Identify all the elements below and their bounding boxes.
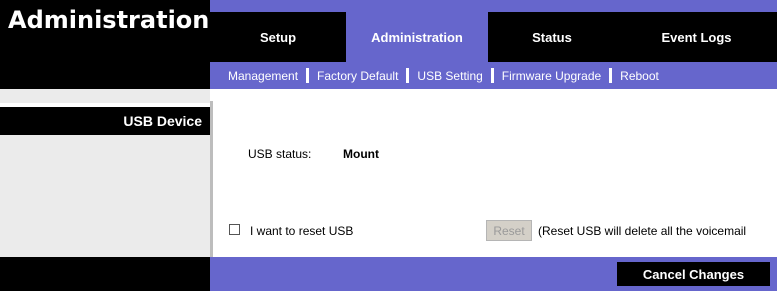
subnav-divider [490, 68, 494, 83]
subnav-reboot[interactable]: Reboot [620, 69, 659, 83]
reset-button[interactable]: Reset [486, 220, 532, 241]
tab-status[interactable]: Status [488, 12, 616, 62]
tab-label: Setup [259, 29, 297, 45]
subnav-links: Management Factory Default USB Setting F… [228, 62, 659, 89]
header-accent-strip [210, 0, 777, 12]
tab-event-logs[interactable]: Event Logs [616, 12, 777, 62]
subnav-divider [406, 68, 410, 83]
sidebar-spacer [0, 89, 210, 103]
cancel-changes-label: Cancel Changes [642, 266, 745, 282]
subnav-usb-setting[interactable]: USB Setting [417, 69, 482, 83]
subnav-management[interactable]: Management [228, 69, 298, 83]
tab-setup[interactable]: Setup [210, 12, 346, 62]
subnav-bar: Management Factory Default USB Setting F… [210, 62, 777, 89]
subnav-factory-default[interactable]: Factory Default [317, 69, 398, 83]
reset-button-label: Reset [493, 223, 525, 238]
tab-administration[interactable]: Administration [346, 12, 488, 62]
subnav-firmware-upgrade[interactable]: Firmware Upgrade [502, 69, 601, 83]
cancel-changes-button[interactable]: Cancel Changes [617, 262, 770, 286]
usb-status-value: Mount [343, 147, 379, 161]
reset-warning-note: (Reset USB will delete all the voicemail [538, 224, 747, 238]
tab-label: Administration [371, 29, 463, 45]
usb-status-label: USB status: [248, 147, 312, 161]
reset-usb-checkbox[interactable] [229, 224, 240, 235]
sidebar-section-header: USB Device [0, 107, 210, 135]
subnav-divider [306, 68, 310, 83]
section-label-usb-device: USB Device [123, 113, 202, 129]
tab-label: Event Logs [661, 29, 732, 45]
page-title: Administration [8, 6, 210, 34]
reset-usb-checkbox-label[interactable]: I want to reset USB [250, 224, 353, 238]
subnav-divider [609, 68, 613, 83]
sidebar-body [0, 135, 210, 257]
tab-label: Status [532, 29, 572, 45]
footer-left-panel [0, 257, 210, 291]
